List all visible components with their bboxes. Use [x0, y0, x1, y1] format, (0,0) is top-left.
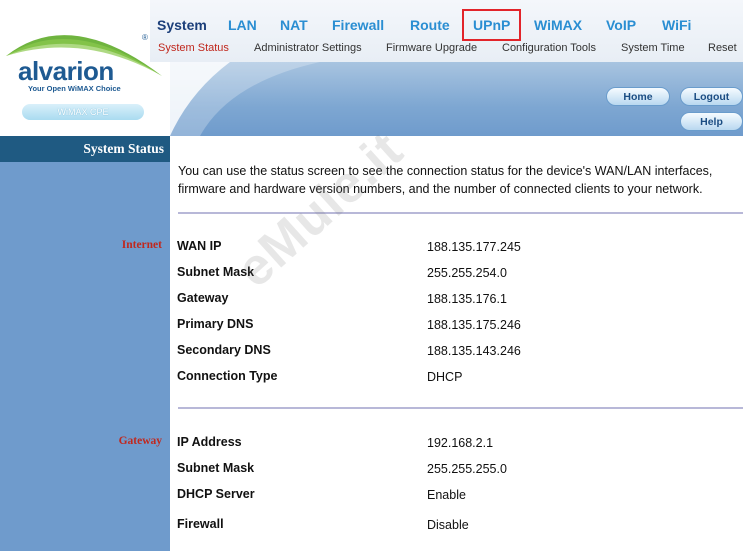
value-primary-dns: 188.135.175.246 [427, 318, 521, 332]
product-badge: WiMAX CPE [22, 104, 144, 120]
value-gateway: 188.135.176.1 [427, 292, 507, 306]
subnav-reset[interactable]: Reset [708, 42, 737, 54]
label-gateway: Gateway [177, 291, 229, 305]
value-ip-address: 192.168.2.1 [427, 436, 494, 450]
logo-area: alvarion ® Your Open WiMAX Choice WiMAX … [0, 0, 170, 136]
nav-lan[interactable]: LAN [228, 17, 257, 33]
subnav-system-status[interactable]: System Status [158, 42, 229, 54]
section-label-gateway: Gateway [118, 435, 162, 447]
header-banner: Home Logout Help [170, 62, 743, 136]
nav-firewall[interactable]: Firewall [332, 17, 384, 33]
logout-button[interactable]: Logout [680, 87, 743, 106]
tagline: Your Open WiMAX Choice [28, 84, 121, 93]
label-secondary-dns: Secondary DNS [177, 343, 271, 357]
sidebar-heading: System Status [0, 136, 170, 162]
value-connection-type: DHCP [427, 370, 463, 384]
divider [178, 212, 743, 214]
subnav-administrator-settings[interactable]: Administrator Settings [254, 42, 362, 54]
subnav-system-time[interactable]: System Time [621, 42, 685, 54]
value-lan-subnet-mask: 255.255.255.0 [427, 462, 507, 476]
brand-logo: alvarion [18, 56, 114, 86]
label-dhcp-server: DHCP Server [177, 487, 255, 501]
value-dhcp-server: Enable [427, 488, 466, 502]
subnav-firmware-upgrade[interactable]: Firmware Upgrade [386, 42, 477, 54]
nav-system[interactable]: System [157, 17, 207, 33]
label-firewall: Firewall [177, 517, 224, 531]
value-wan-ip: 188.135.177.245 [427, 240, 521, 254]
subnav-configuration-tools[interactable]: Configuration Tools [502, 42, 596, 54]
nav-wimax[interactable]: WiMAX [534, 17, 582, 33]
nav-upnp[interactable]: UPnP [461, 9, 522, 41]
label-subnet-mask: Subnet Mask [177, 265, 255, 279]
nav-voip[interactable]: VoIP [606, 17, 636, 33]
label-lan-subnet-mask: Subnet Mask [177, 461, 255, 475]
value-firewall: Disable [427, 518, 469, 532]
home-button[interactable]: Home [606, 87, 670, 106]
value-secondary-dns: 188.135.143.246 [427, 344, 521, 358]
label-ip-address: IP Address [177, 435, 242, 449]
label-connection-type: Connection Type [177, 369, 278, 383]
intro-text: You can use the status screen to see the… [178, 164, 713, 196]
label-wan-ip: WAN IP [177, 239, 222, 253]
top-navigation: System LAN NAT Firewall Route UPnP WiMAX… [150, 0, 743, 62]
help-button[interactable]: Help [680, 112, 743, 131]
nav-wifi[interactable]: WiFi [662, 17, 691, 33]
section-label-internet: Internet [121, 239, 162, 251]
nav-route[interactable]: Route [410, 17, 450, 33]
nav-nat[interactable]: NAT [280, 17, 308, 33]
sidebar: System Status Internet Gateway [0, 136, 170, 551]
main-content: You can use the status screen to see the… [170, 136, 743, 551]
value-subnet-mask: 255.255.254.0 [427, 266, 507, 280]
divider [178, 407, 743, 409]
label-primary-dns: Primary DNS [177, 317, 254, 331]
registered-mark: ® [142, 33, 148, 42]
